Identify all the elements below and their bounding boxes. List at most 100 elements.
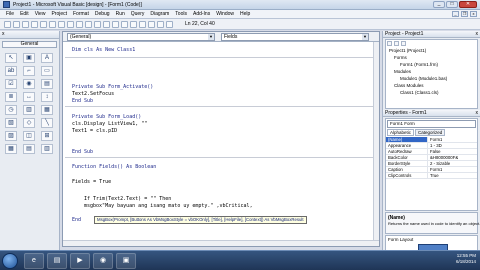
code-line: End Sub: [72, 98, 94, 104]
menu-format[interactable]: Format: [73, 11, 89, 17]
properties-object-combo[interactable]: Form1 Form: [387, 120, 476, 128]
add-form-icon[interactable]: [13, 20, 20, 28]
tab-alphabetic[interactable]: Alphabetic: [387, 129, 415, 136]
ie-icon[interactable]: e: [24, 253, 44, 269]
tool-data-icon[interactable]: ◫: [23, 131, 35, 141]
tool-image-icon[interactable]: ▨: [5, 131, 17, 141]
tool-pointer-icon[interactable]: ↖: [5, 53, 17, 63]
form-layout-icon[interactable]: [148, 20, 155, 28]
menu-file[interactable]: File: [6, 11, 14, 17]
tab-categorized[interactable]: Categorized: [415, 129, 446, 136]
tool-extra2-icon[interactable]: ▤: [23, 144, 35, 154]
tool-ole-icon[interactable]: ⊞: [41, 131, 53, 141]
tool-vscroll-icon[interactable]: ↕: [41, 92, 53, 102]
tree-node-modules[interactable]: Modules: [394, 69, 411, 75]
stop-icon[interactable]: [121, 20, 128, 28]
tool-timer-icon[interactable]: ◷: [5, 105, 17, 115]
menu-project[interactable]: Project: [51, 11, 67, 17]
menu-window[interactable]: Window: [216, 11, 234, 17]
tool-hscroll-icon[interactable]: ↔: [23, 92, 35, 102]
project-explorer-icon[interactable]: [130, 20, 137, 28]
cut-icon[interactable]: [49, 20, 56, 28]
tool-dir-icon[interactable]: ▦: [41, 105, 53, 115]
properties-icon[interactable]: [139, 20, 146, 28]
open-icon[interactable]: [31, 20, 38, 28]
mdi-restore-button[interactable]: ❐: [461, 11, 468, 17]
menu-tools[interactable]: Tools: [175, 11, 187, 17]
redo-icon[interactable]: [94, 20, 101, 28]
menu-addins[interactable]: Add-Ins: [193, 11, 210, 17]
media-player-icon[interactable]: ▶: [70, 253, 90, 269]
toolbox-tab-general[interactable]: General: [2, 41, 57, 48]
view-code-icon[interactable]: [387, 41, 392, 46]
chevron-down-icon: ▼: [362, 34, 368, 40]
tool-picture-icon[interactable]: ▣: [23, 53, 35, 63]
toggle-folders-icon[interactable]: [401, 41, 406, 46]
tree-node-form1[interactable]: Form1 (Form1.frm): [400, 62, 438, 68]
code-line: cls.Display ListView1, "": [72, 121, 148, 127]
minimize-button[interactable]: _: [433, 1, 445, 8]
property-row[interactable]: ClipControls True: [386, 173, 477, 179]
chrome-icon[interactable]: ◉: [93, 253, 113, 269]
tool-combo-icon[interactable]: ▤: [41, 79, 53, 89]
menu-run[interactable]: Run: [116, 11, 125, 17]
tool-checkbox-icon[interactable]: ☑: [5, 79, 17, 89]
copy-icon[interactable]: [58, 20, 65, 28]
save-icon[interactable]: [40, 20, 47, 28]
tool-option-icon[interactable]: ◉: [23, 79, 35, 89]
tool-textbox-icon[interactable]: ab: [5, 66, 17, 76]
code-line: Dim cls As New Class1: [72, 47, 136, 53]
add-project-icon[interactable]: [4, 20, 11, 28]
standard-toolbar: Ln 22, Col 40: [0, 19, 480, 30]
tool-button-icon[interactable]: ▭: [41, 66, 53, 76]
close-icon[interactable]: x: [476, 110, 479, 116]
tool-drive-icon[interactable]: ▥: [23, 105, 35, 115]
menu-query[interactable]: Query: [131, 11, 145, 17]
tool-frame-icon[interactable]: ⌐: [23, 66, 35, 76]
find-icon[interactable]: [76, 20, 83, 28]
code-editor[interactable]: Dim cls As New Class1 Private Sub Form_A…: [63, 42, 379, 246]
tree-node-module1[interactable]: Module1 (Module1.bas): [400, 76, 447, 82]
view-object-icon[interactable]: [394, 41, 399, 46]
explorer-icon[interactable]: ▤: [47, 253, 67, 269]
code-vertical-scrollbar[interactable]: [373, 42, 379, 240]
menu-help[interactable]: Help: [240, 11, 250, 17]
paste-icon[interactable]: [67, 20, 74, 28]
tool-line-icon[interactable]: ╲: [41, 118, 53, 128]
tree-node-class1[interactable]: Class1 (Class1.cls): [400, 90, 439, 96]
properties-grid: Form1 Form Alphabetic Categorized (Name)…: [385, 118, 478, 211]
tool-shape-icon[interactable]: ◇: [23, 118, 35, 128]
taskbar: e ▤ ▶ ◉ ▣ 12:55 PM 6/18/2014: [0, 250, 480, 270]
menu-editor-icon[interactable]: [22, 20, 29, 28]
mdi-close-button[interactable]: x: [470, 11, 477, 17]
tree-node-forms[interactable]: Forms: [394, 55, 407, 61]
tool-list-icon[interactable]: ≣: [5, 92, 17, 102]
project-tree: Project1 (Project1) Forms Form1 (Form1.f…: [385, 39, 478, 109]
tree-node-project[interactable]: Project1 (Project1): [389, 48, 426, 54]
tool-extra1-icon[interactable]: ▦: [5, 144, 17, 154]
menu-debug[interactable]: Debug: [95, 11, 110, 17]
system-tray[interactable]: 12:55 PM 6/18/2014: [456, 253, 476, 265]
close-icon[interactable]: x: [476, 31, 479, 37]
toolbox-icon[interactable]: [166, 20, 173, 28]
menu-edit[interactable]: Edit: [20, 11, 29, 17]
tool-label-icon[interactable]: A: [41, 53, 53, 63]
run-icon[interactable]: [103, 20, 110, 28]
code-horizontal-scrollbar[interactable]: [63, 240, 379, 246]
procedure-combo[interactable]: Fields ▼: [221, 33, 369, 41]
object-combo[interactable]: (General) ▼: [67, 33, 215, 41]
undo-icon[interactable]: [85, 20, 92, 28]
tool-extra3-icon[interactable]: ▥: [41, 144, 53, 154]
vb6-icon[interactable]: ▣: [116, 253, 136, 269]
close-button[interactable]: ✕: [459, 1, 477, 8]
tree-node-class-modules[interactable]: Class Modules: [394, 83, 424, 89]
pause-icon[interactable]: [112, 20, 119, 28]
menu-diagram[interactable]: Diagram: [150, 11, 169, 17]
tool-file-icon[interactable]: ▧: [5, 118, 17, 128]
object-browser-icon[interactable]: [157, 20, 164, 28]
maximize-button[interactable]: □: [446, 1, 458, 8]
start-button[interactable]: [2, 253, 18, 269]
mdi-minimize-button[interactable]: _: [452, 11, 459, 17]
right-dock: Project - Project1 x Project1 (Project1)…: [382, 31, 480, 257]
menu-view[interactable]: View: [35, 11, 46, 17]
